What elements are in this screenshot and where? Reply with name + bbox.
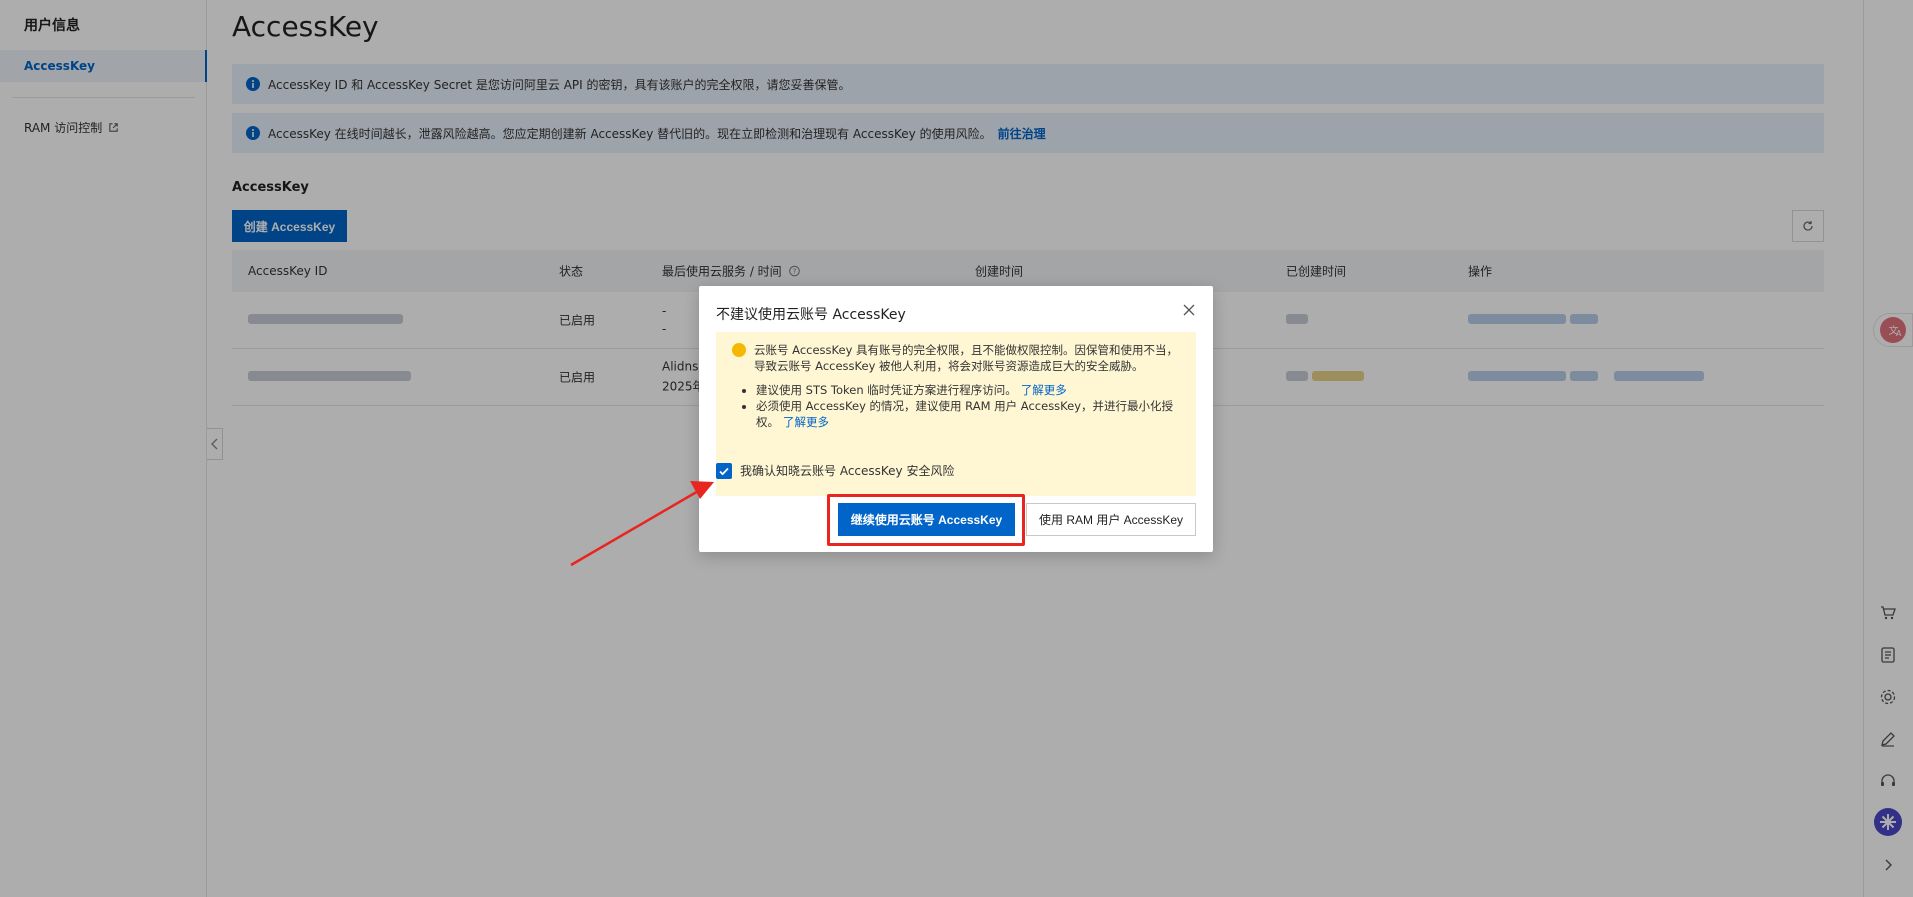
check-icon xyxy=(719,467,729,475)
learn-more-link[interactable]: 了解更多 xyxy=(783,415,829,429)
use-ram-accesskey-button[interactable]: 使用 RAM 用户 AccessKey xyxy=(1026,503,1196,536)
highlight-box xyxy=(827,494,1025,546)
close-icon[interactable] xyxy=(1182,303,1196,317)
confirm-checkbox[interactable] xyxy=(716,462,732,479)
tips-list: 建议使用 STS Token 临时凭证方案进行程序访问。了解更多 必须使用 Ac… xyxy=(732,382,1182,430)
confirm-label: 我确认知晓云账号 AccessKey 安全风险 xyxy=(740,464,955,478)
tip-text: 建议使用 STS Token 临时凭证方案进行程序访问。 xyxy=(756,383,1017,397)
warning-text: 云账号 AccessKey 具有账号的完全权限，且不能做权限控制。因保管和使用不… xyxy=(754,343,1179,373)
list-item: 必须使用 AccessKey 的情况，建议使用 RAM 用户 AccessKey… xyxy=(756,398,1182,430)
warning-icon xyxy=(732,343,746,357)
learn-more-link[interactable]: 了解更多 xyxy=(1021,383,1067,397)
list-item: 建议使用 STS Token 临时凭证方案进行程序访问。了解更多 xyxy=(756,382,1182,398)
dialog-title: 不建议使用云账号 AccessKey xyxy=(716,307,906,323)
confirm-checkbox-row[interactable]: 我确认知晓云账号 AccessKey 安全风险 xyxy=(716,462,954,479)
